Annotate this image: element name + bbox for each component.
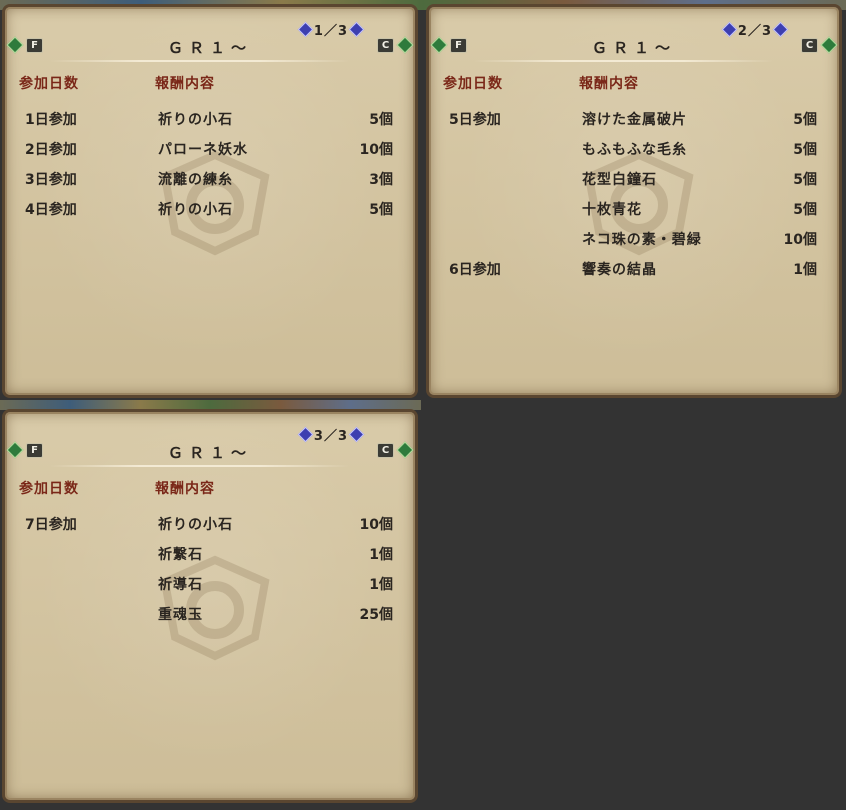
reward-row: 花型白鐘石 5個 [429,169,839,193]
row-item: 花型白鐘石 [582,172,657,188]
page-number: 3／3 [313,428,348,444]
row-qty: 5個 [793,112,817,128]
next-page-icon[interactable] [772,21,789,37]
column-header-days: 参加日数 [19,481,79,497]
page-indicator[interactable]: 3／3 [297,425,365,444]
c-key-button[interactable]: C [801,38,818,53]
reward-row: ネコ珠の素・碧緑 10個 [429,229,839,253]
column-header-rewards: 報酬内容 [579,76,639,92]
row-qty: 5個 [369,112,393,128]
row-day: 3日参加 [25,172,77,188]
column-header-days: 参加日数 [443,76,503,92]
row-day: 7日参加 [25,517,77,533]
row-day: 2日参加 [25,142,77,158]
row-day: 4日参加 [25,202,77,218]
row-qty: 1個 [369,577,393,593]
row-item: 重魂玉 [158,607,203,623]
next-page-icon[interactable] [348,21,365,37]
title-divider [474,60,773,62]
row-day: 1日参加 [25,112,77,128]
reward-row: 4日参加 祈りの小石 5個 [5,199,415,223]
reward-row: 1日参加 祈りの小石 5個 [5,109,415,133]
panel-title: ＧＲ１～ [167,39,252,57]
row-item: 祈導石 [158,577,203,593]
row-day: 5日参加 [449,112,501,128]
row-item: 祈繋石 [158,547,203,563]
reward-row: 十枚青花 5個 [429,199,839,223]
reward-row: 3日参加 流離の練糸 3個 [5,169,415,193]
row-item: 祈りの小石 [158,202,233,218]
reward-row: 5日参加 溶けた金属破片 5個 [429,109,839,133]
panel-title: ＧＲ１～ [167,444,252,462]
reward-row: もふもふな毛糸 5個 [429,139,839,163]
reward-panel-page-3: 3／3 F ＧＲ１～ C 参加日数 報酬内容 7日参加 祈りの小石 10個 祈繋… [2,409,418,803]
column-header-days: 参加日数 [19,76,79,92]
row-qty: 1個 [793,262,817,278]
row-item: 流離の練糸 [158,172,233,188]
row-qty: 10個 [783,232,817,248]
c-key-button[interactable]: C [377,443,394,458]
row-item: 溶けた金属破片 [582,112,687,128]
reward-panel-page-2: 2／3 F ＧＲ１～ C 参加日数 報酬内容 5日参加 溶けた金属破片 5個 も… [426,4,842,398]
row-qty: 25個 [359,607,393,623]
row-qty: 10個 [359,142,393,158]
row-qty: 3個 [369,172,393,188]
reward-panel-page-1: 1／3 F ＧＲ１～ C 参加日数 報酬内容 1日参加 祈りの小石 5個 2日参… [2,4,418,398]
c-key-button[interactable]: C [377,38,394,53]
reward-row: 祈繋石 1個 [5,544,415,568]
row-qty: 5個 [369,202,393,218]
title-divider [50,465,349,467]
reward-row: 重魂玉 25個 [5,604,415,628]
prev-page-icon[interactable] [297,426,314,442]
prev-page-icon[interactable] [721,21,738,37]
row-qty: 5個 [793,202,817,218]
reward-row: 7日参加 祈りの小石 10個 [5,514,415,538]
row-item: 祈りの小石 [158,112,233,128]
row-qty: 10個 [359,517,393,533]
column-header-rewards: 報酬内容 [155,76,215,92]
row-qty: 5個 [793,172,817,188]
panel-title: ＧＲ１～ [591,39,676,57]
title-divider [50,60,349,62]
row-item: パローネ妖水 [158,142,248,158]
page-indicator[interactable]: 2／3 [721,20,789,39]
reward-row: 2日参加 パローネ妖水 10個 [5,139,415,163]
row-item: ネコ珠の素・碧緑 [582,232,702,248]
page-number: 1／3 [313,23,348,39]
row-item: 祈りの小石 [158,517,233,533]
row-item: 響奏の結晶 [582,262,657,278]
page-number: 2／3 [737,23,772,39]
row-item: もふもふな毛糸 [582,142,687,158]
row-item: 十枚青花 [582,202,642,218]
reward-row: 6日参加 響奏の結晶 1個 [429,259,839,283]
next-page-icon[interactable] [348,426,365,442]
row-day: 6日参加 [449,262,501,278]
row-qty: 1個 [369,547,393,563]
page-indicator[interactable]: 1／3 [297,20,365,39]
reward-row: 祈導石 1個 [5,574,415,598]
column-header-rewards: 報酬内容 [155,481,215,497]
row-qty: 5個 [793,142,817,158]
prev-page-icon[interactable] [297,21,314,37]
